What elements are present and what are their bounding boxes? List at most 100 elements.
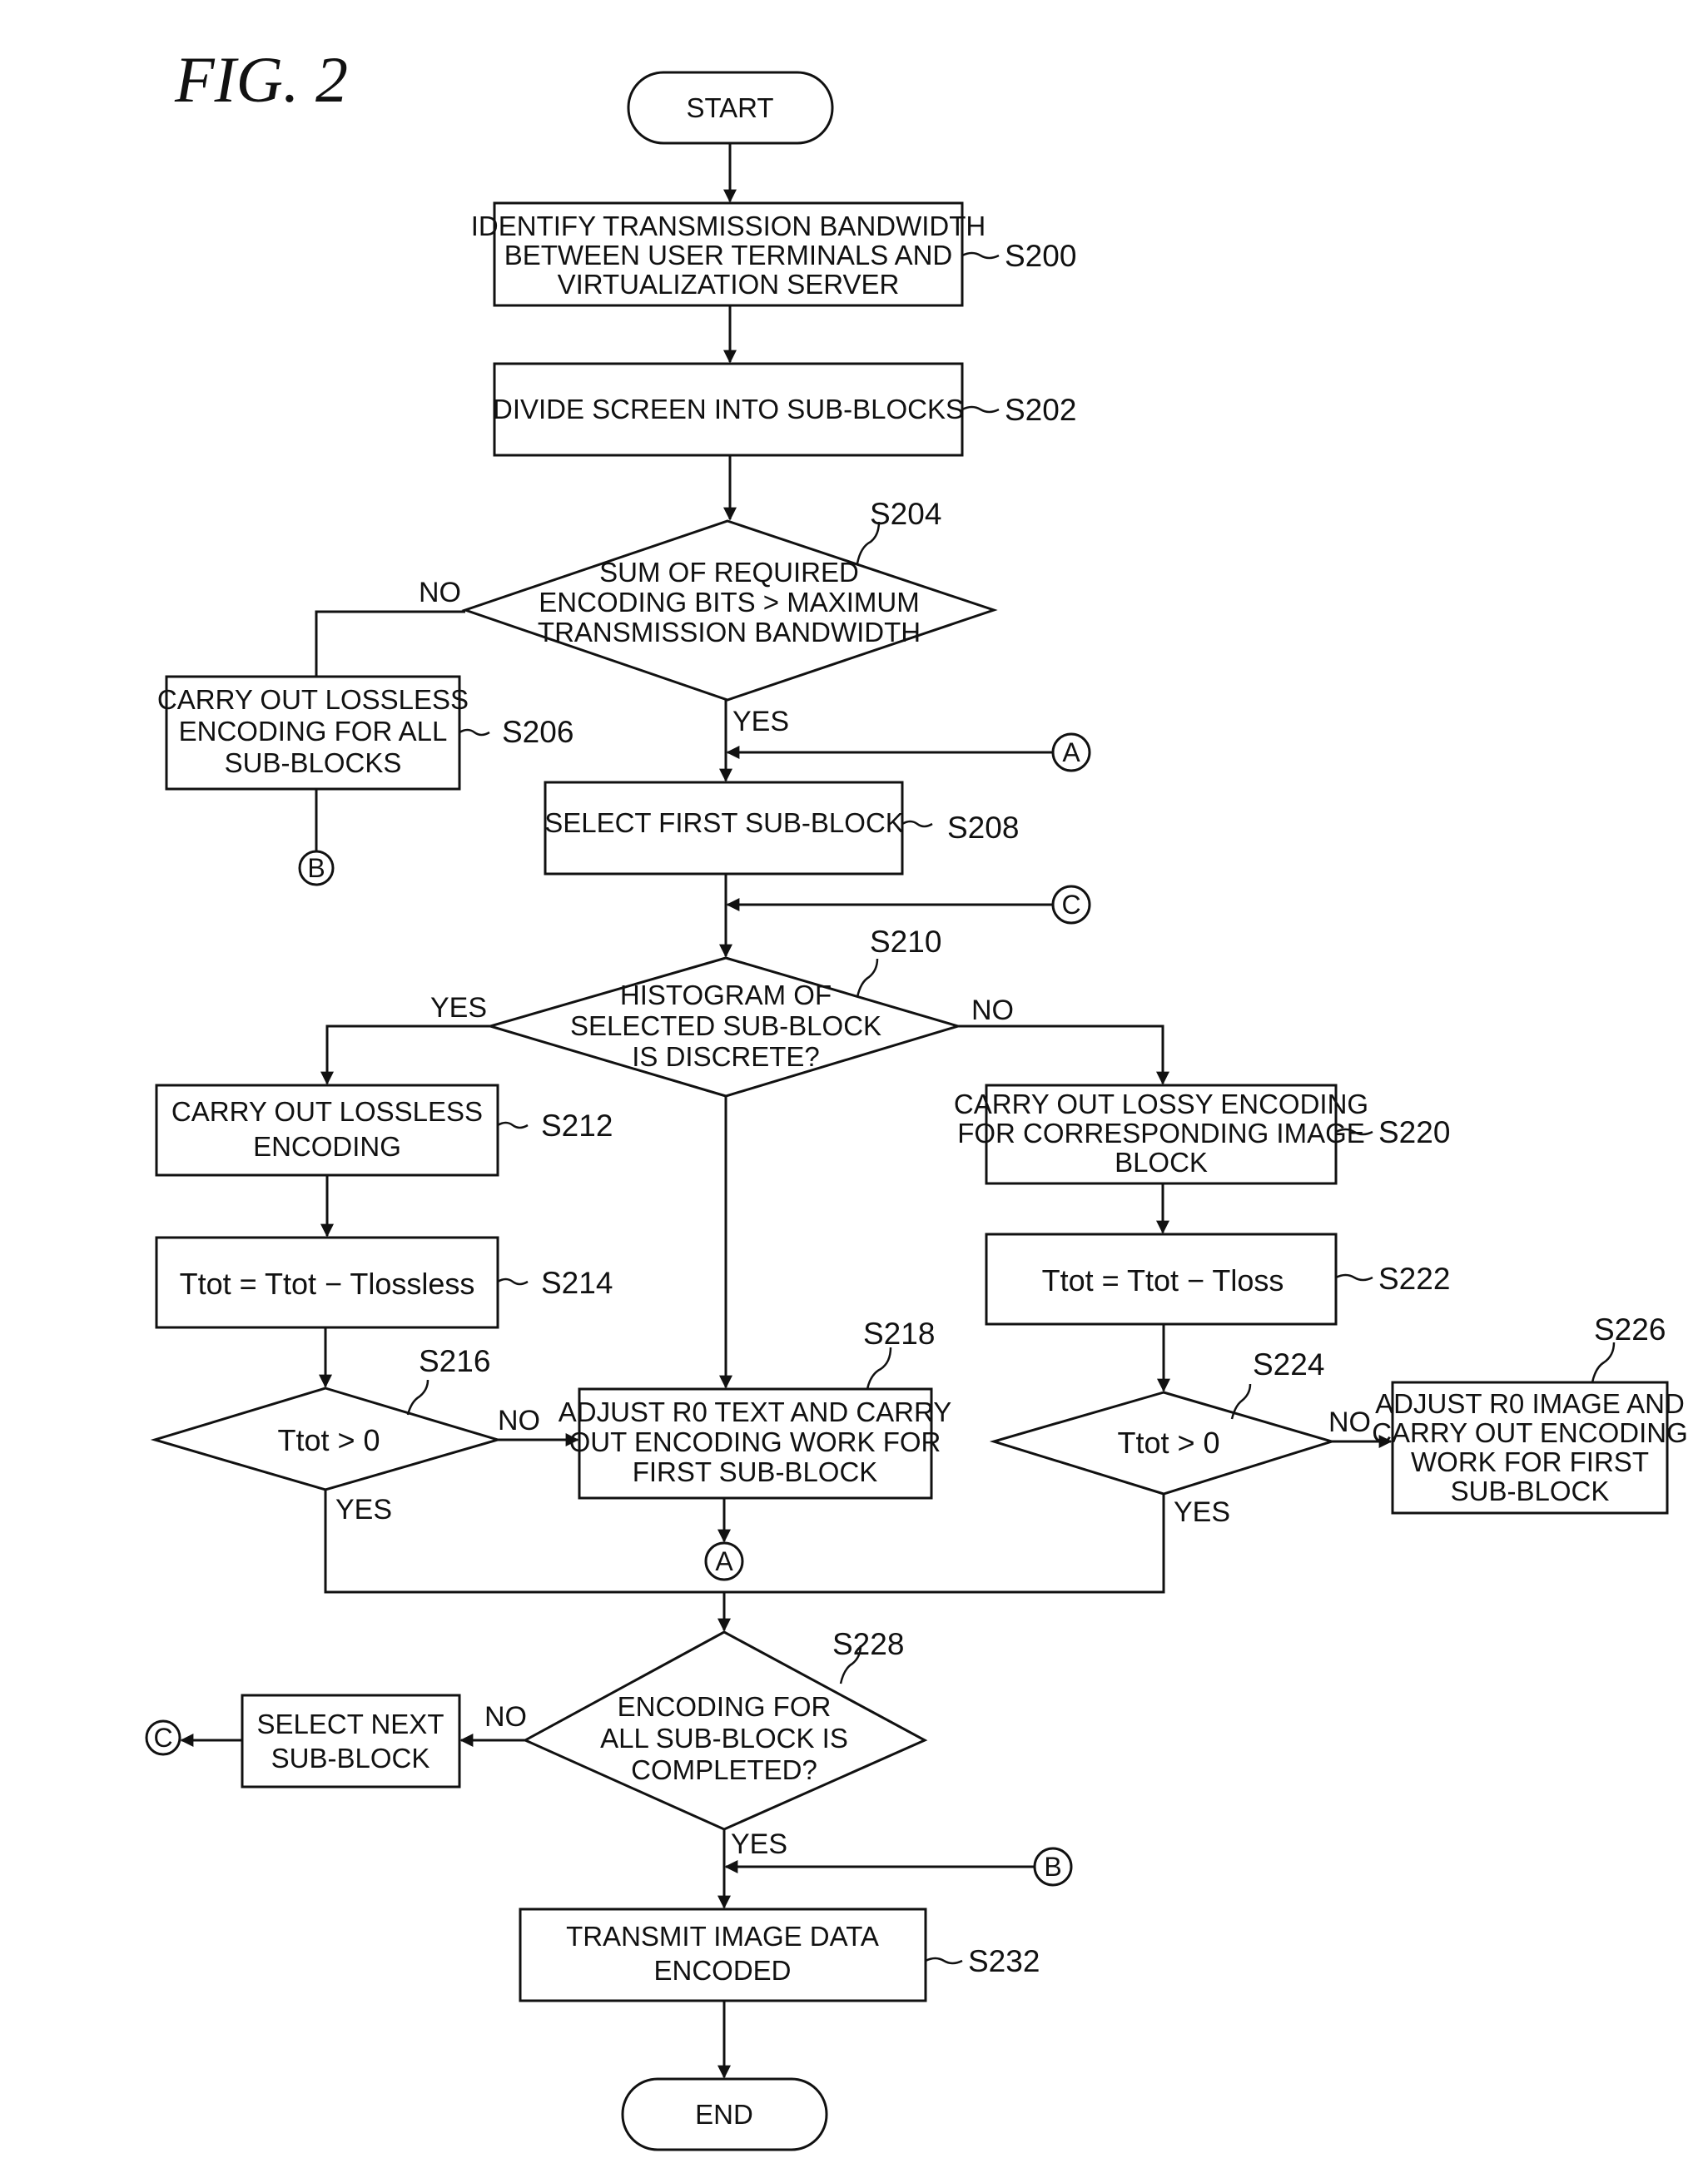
step-s222: Ttot = Ttot − Tloss S222 (985, 1233, 1450, 1326)
s224-id: S224 (1253, 1347, 1324, 1382)
edge-yes-merge (324, 1490, 1165, 1594)
s232-id: S232 (968, 1944, 1040, 1978)
s222-formula: Ttot = Ttot − Tloss (1042, 1263, 1284, 1297)
s210-yes-label: YES (430, 992, 487, 1024)
connector-c-lower: C (145, 1719, 181, 1756)
connector-a-upper: A (1051, 732, 1091, 772)
s206-line-1: CARRY OUT LOSSLESS (157, 684, 469, 715)
s210-no-label: NO (971, 995, 1014, 1026)
step-s218: ADJUST R0 TEXT AND CARRY OUT ENCODING WO… (559, 1317, 952, 1500)
decision-s224: Ttot > 0 S224 NO YES (989, 1347, 1371, 1528)
connector-b-lower-label: B (1044, 1852, 1061, 1882)
step-s214: Ttot = Ttot − Tlossless S214 (155, 1236, 613, 1329)
decision-s228: ENCODING FOR ALL SUB-BLOCK IS COMPLETED?… (484, 1627, 928, 1860)
s218-line-1: ADJUST R0 TEXT AND CARRY (559, 1397, 952, 1427)
s200-id: S200 (1005, 239, 1076, 273)
s226-line-4: SUB-BLOCK (1451, 1476, 1610, 1506)
s228-line-2: ALL SUB-BLOCK IS (600, 1723, 848, 1754)
connector-b-left: B (298, 850, 335, 886)
decision-s204: SUM OF REQUIRED ENCODING BITS > MAXIMUM … (419, 497, 998, 737)
select-next-line-2: SUB-BLOCK (271, 1743, 430, 1774)
s212-id: S212 (541, 1109, 613, 1143)
s200-line-2: BETWEEN USER TERMINALS AND (504, 240, 953, 270)
s204-line-1: SUM OF REQUIRED (599, 557, 859, 588)
connector-c-lower-label: C (153, 1723, 172, 1753)
s216-yes-label: YES (335, 1494, 392, 1526)
s220-line-2: FOR CORRESPONDING IMAGE (957, 1118, 1365, 1149)
step-s220: CARRY OUT LOSSY ENCODING FOR CORRESPONDI… (954, 1084, 1450, 1185)
s226-line-1: ADJUST R0 IMAGE AND (1375, 1388, 1685, 1419)
s204-line-2: ENCODING BITS > MAXIMUM (539, 587, 919, 618)
s210-line-3: IS DISCRETE? (632, 1041, 820, 1072)
s202-line-1: DIVIDE SCREEN INTO SUB-BLOCKS (493, 394, 964, 424)
connector-c-upper-label: C (1061, 890, 1080, 920)
end-label: END (695, 2099, 753, 2130)
step-s200: IDENTIFY TRANSMISSION BANDWIDTH BETWEEN … (471, 201, 1076, 307)
s216-no-label: NO (498, 1405, 540, 1436)
connector-a-lower-label: A (715, 1546, 733, 1576)
decision-s216: Ttot > 0 S216 NO YES (150, 1344, 540, 1526)
s226-line-3: WORK FOR FIRST (1411, 1446, 1649, 1477)
s228-line-3: COMPLETED? (631, 1754, 817, 1785)
step-s206: CARRY OUT LOSSLESS ENCODING FOR ALL SUB-… (157, 675, 573, 791)
start-label: START (686, 92, 773, 123)
s200-line-3: VIRTUALIZATION SERVER (558, 269, 900, 300)
s212-line-1: CARRY OUT LOSSLESS (171, 1096, 483, 1127)
s214-id: S214 (541, 1266, 613, 1300)
s210-id: S210 (870, 925, 941, 959)
step-s226: ADJUST R0 IMAGE AND CARRY OUT ENCODING W… (1372, 1312, 1688, 1515)
s224-yes-label: YES (1174, 1496, 1230, 1528)
s210-line-1: HISTOGRAM OF (620, 980, 832, 1010)
connector-b-left-label: B (307, 853, 325, 883)
s220-id: S220 (1378, 1115, 1450, 1149)
s226-line-2: CARRY OUT ENCODING (1372, 1417, 1688, 1448)
s206-line-2: ENCODING FOR ALL (179, 716, 448, 747)
s232-line-2: ENCODED (653, 1955, 791, 1986)
s220-line-1: CARRY OUT LOSSY ENCODING (954, 1089, 1368, 1119)
connector-a-upper-label: A (1062, 737, 1080, 767)
figure-title: FIG. 2 (174, 43, 348, 116)
s200-line-1: IDENTIFY TRANSMISSION BANDWIDTH (471, 211, 986, 241)
s228-id: S228 (832, 1627, 904, 1661)
s218-line-2: OUT ENCODING WORK FOR (569, 1426, 941, 1457)
s216-condition: Ttot > 0 (277, 1423, 380, 1457)
s222-id: S222 (1378, 1262, 1450, 1296)
flowchart-canvas: FIG. 2 START END IDENTIFY TRANSMISSION B… (0, 0, 1708, 2173)
s208-id: S208 (947, 811, 1019, 845)
select-next-line-1: SELECT NEXT (257, 1709, 444, 1739)
s220-line-3: BLOCK (1115, 1147, 1208, 1178)
edge-s210-yes-s212 (320, 1024, 490, 1085)
connector-c-upper: C (1051, 885, 1091, 925)
s204-line-3: TRANSMISSION BANDWIDTH (538, 617, 921, 647)
s204-id: S204 (870, 497, 941, 531)
s212-line-2: ENCODING (253, 1131, 401, 1162)
s218-id: S218 (863, 1317, 935, 1351)
s228-yes-label: YES (731, 1828, 787, 1860)
step-select-next-sub-block: SELECT NEXT SUB-BLOCK (241, 1694, 461, 1789)
flowchart: FIG. 2 START END IDENTIFY TRANSMISSION B… (145, 43, 1688, 2151)
end-terminal: END (621, 2077, 828, 2151)
connector-a-lower: A (704, 1541, 744, 1581)
step-s232: TRANSMIT IMAGE DATA ENCODED S232 (519, 1908, 1040, 2002)
decision-s210: HISTOGRAM OF SELECTED SUB-BLOCK IS DISCR… (430, 925, 1014, 1098)
step-s202: DIVIDE SCREEN INTO SUB-BLOCKS S202 (493, 362, 1076, 457)
s204-no-label: NO (419, 577, 461, 608)
edge-s204-no-s206 (315, 610, 465, 677)
s206-line-3: SUB-BLOCKS (225, 747, 402, 778)
step-s208: SELECT FIRST SUB-BLOCK S208 (544, 781, 1019, 876)
s228-no-label: NO (484, 1701, 527, 1733)
edge-s210-no-s220 (958, 1024, 1169, 1085)
s232-line-1: TRANSMIT IMAGE DATA (566, 1921, 879, 1952)
connector-b-lower: B (1033, 1847, 1073, 1887)
s228-line-1: ENCODING FOR (618, 1691, 832, 1722)
s202-id: S202 (1005, 393, 1076, 427)
s214-formula: Ttot = Ttot − Tlossless (180, 1267, 475, 1301)
s224-no-label: NO (1328, 1406, 1371, 1438)
s226-id: S226 (1594, 1312, 1666, 1347)
s206-id: S206 (502, 715, 573, 749)
start-terminal: START (627, 71, 834, 145)
s224-condition: Ttot > 0 (1117, 1426, 1219, 1460)
s216-id: S216 (419, 1344, 490, 1378)
step-s212: CARRY OUT LOSSLESS ENCODING S212 (155, 1084, 613, 1177)
s204-yes-label: YES (732, 706, 789, 737)
